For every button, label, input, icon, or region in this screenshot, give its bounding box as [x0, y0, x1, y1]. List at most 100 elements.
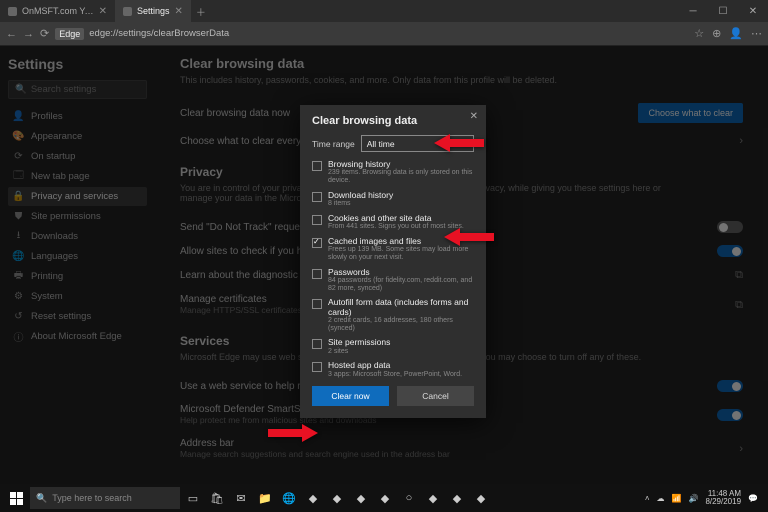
cortana-icon[interactable]: ○ — [398, 487, 420, 509]
url-field[interactable]: Edge edge://settings/clearBrowserData — [55, 28, 688, 40]
onedrive-icon[interactable]: ☁ — [657, 494, 665, 503]
option-desc: 2 credit cards, 16 addresses, 180 others… — [328, 317, 474, 332]
task-view-icon[interactable]: ▭ — [182, 487, 204, 509]
sidebar-item-profiles[interactable]: 👤Profiles — [8, 107, 147, 126]
nav-label: Printing — [31, 271, 63, 282]
close-dialog-button[interactable]: ✕ — [470, 111, 478, 122]
nav-label: Downloads — [31, 231, 78, 242]
volume-icon[interactable]: 🔊 — [688, 494, 698, 503]
minimize-button[interactable]: ─ — [678, 0, 708, 22]
checkbox[interactable] — [312, 161, 322, 171]
sidebar-item-privacy-and-services[interactable]: 🔒Privacy and services — [8, 187, 147, 206]
tab-title: OnMSFT.com Your top source f... — [22, 6, 94, 16]
nav-icon: 🎨 — [13, 131, 24, 142]
address-bar: ← → ⟳ Edge edge://settings/clearBrowserD… — [0, 22, 768, 46]
checkbox[interactable] — [312, 362, 322, 372]
page-title: Clear browsing data — [180, 56, 743, 71]
clear-data-option[interactable]: Autofill form data (includes forms and c… — [312, 298, 474, 332]
settings-search[interactable]: 🔍 Search settings — [8, 80, 147, 99]
sidebar-item-site-permissions[interactable]: ⛊Site permissions — [8, 207, 147, 226]
clear-now-button[interactable]: Clear now — [312, 386, 389, 406]
windows-taskbar: 🔍 Type here to search ▭ 🛍 ✉ 📁 🌐 ◆ ◆ ◆ ◆ … — [0, 484, 768, 512]
nav-icon: 🌐 — [13, 251, 24, 262]
app-icon[interactable]: ◆ — [422, 487, 444, 509]
sidebar-item-system[interactable]: ⚙System — [8, 287, 147, 306]
close-tab-icon[interactable]: ✕ — [175, 6, 183, 17]
system-tray[interactable]: ˄ ☁ 📶 🔊 11:48 AM 8/29/2019 💬 — [645, 490, 764, 506]
option-title: Browsing history — [328, 160, 474, 169]
cancel-button[interactable]: Cancel — [397, 386, 474, 406]
explorer-icon[interactable]: 📁 — [254, 487, 276, 509]
menu-icon[interactable]: ⋯ — [751, 27, 762, 40]
checkbox[interactable] — [312, 339, 322, 349]
tray-chevron-icon[interactable]: ˄ — [645, 494, 650, 503]
checkbox[interactable] — [312, 238, 322, 248]
nav-label: About Microsoft Edge — [31, 331, 122, 342]
clear-data-option[interactable]: Hosted app data3 apps: Microsoft Store, … — [312, 361, 474, 378]
taskbar-clock[interactable]: 11:48 AM 8/29/2019 — [705, 490, 741, 506]
payment-check-toggle[interactable] — [717, 245, 743, 257]
favorites-icon[interactable]: ☆ — [694, 27, 704, 40]
notifications-icon[interactable]: 💬 — [748, 494, 758, 503]
sidebar-item-on-startup[interactable]: ⟳On startup — [8, 147, 147, 166]
app-icon[interactable]: ◆ — [374, 487, 396, 509]
dnt-label: Send "Do Not Track" requests — [180, 222, 313, 233]
app-icon[interactable]: ◆ — [446, 487, 468, 509]
smartscreen-toggle[interactable] — [717, 409, 743, 421]
sidebar-item-languages[interactable]: 🌐Languages — [8, 247, 147, 266]
nav-label: Appearance — [31, 131, 82, 142]
nav-icon: 🗔 — [13, 171, 24, 182]
clear-data-option[interactable]: Browsing history239 items. Browsing data… — [312, 160, 474, 185]
collections-icon[interactable]: ⊕ — [712, 27, 721, 40]
checkbox[interactable] — [312, 299, 322, 309]
store-icon[interactable]: 🛍 — [206, 487, 228, 509]
new-tab-button[interactable]: ＋ — [191, 4, 211, 19]
clear-data-option[interactable]: Passwords84 passwords (for fidelity.com,… — [312, 268, 474, 293]
app-icon[interactable]: ◆ — [326, 487, 348, 509]
nav-label: New tab page — [31, 171, 90, 182]
option-desc: 84 passwords (for fidelity.com, reddit.c… — [328, 277, 474, 292]
sidebar-item-new-tab-page[interactable]: 🗔 New tab page — [8, 167, 147, 186]
close-window-button[interactable]: ✕ — [738, 0, 768, 22]
app-icon[interactable]: ◆ — [350, 487, 372, 509]
close-tab-icon[interactable]: ✕ — [99, 6, 107, 17]
sidebar-item-appearance[interactable]: 🎨 Appearance — [8, 127, 147, 146]
windows-logo-icon — [10, 492, 23, 505]
back-button[interactable]: ← — [6, 28, 17, 40]
sidebar-item-downloads[interactable]: ⭳Downloads — [8, 227, 147, 246]
checkbox[interactable] — [312, 192, 322, 202]
network-icon[interactable]: 📶 — [672, 494, 682, 503]
checkbox[interactable] — [312, 215, 322, 225]
time-range-label: Time range — [312, 139, 355, 149]
mail-icon[interactable]: ✉ — [230, 487, 252, 509]
clear-data-option[interactable]: Site permissions2 sites — [312, 338, 474, 355]
option-title: Download history — [328, 191, 393, 200]
taskbar-search[interactable]: 🔍 Type here to search — [30, 487, 180, 509]
choose-what-button[interactable]: Choose what to clear — [638, 103, 743, 123]
app-icon[interactable]: ◆ — [470, 487, 492, 509]
nav-icon: ⓘ — [13, 331, 24, 342]
clear-data-option[interactable]: Download history8 items — [312, 191, 474, 208]
forward-button[interactable]: → — [23, 28, 34, 40]
certs-label[interactable]: Manage certificates — [180, 294, 267, 305]
start-button[interactable] — [4, 486, 28, 510]
sidebar-item-printing[interactable]: 🖶Printing — [8, 267, 147, 286]
maximize-button[interactable]: ☐ — [708, 0, 738, 22]
webservice-toggle[interactable] — [717, 380, 743, 392]
nav-label: Reset settings — [31, 311, 91, 322]
edge-icon[interactable]: 🌐 — [278, 487, 300, 509]
dnt-toggle[interactable] — [717, 221, 743, 233]
sidebar-item-reset-settings[interactable]: ↺Reset settings — [8, 307, 147, 326]
annotation-arrow — [268, 422, 318, 444]
checkbox[interactable] — [312, 269, 322, 279]
profile-icon[interactable]: 👤 — [729, 27, 743, 40]
addressbar-label[interactable]: Address bar — [180, 438, 234, 449]
nav-label: System — [31, 291, 63, 302]
browser-tab-active[interactable]: Settings ✕ — [115, 0, 191, 22]
app-icon[interactable]: ◆ — [302, 487, 324, 509]
page-subtitle: This includes history, passwords, cookie… — [180, 75, 743, 85]
refresh-button[interactable]: ⟳ — [40, 27, 49, 40]
sidebar-item-about-microsoft-edge[interactable]: ⓘ About Microsoft Edge — [8, 327, 147, 346]
nav-label: On startup — [31, 151, 75, 162]
browser-tab[interactable]: OnMSFT.com Your top source f... ✕ — [0, 0, 115, 22]
